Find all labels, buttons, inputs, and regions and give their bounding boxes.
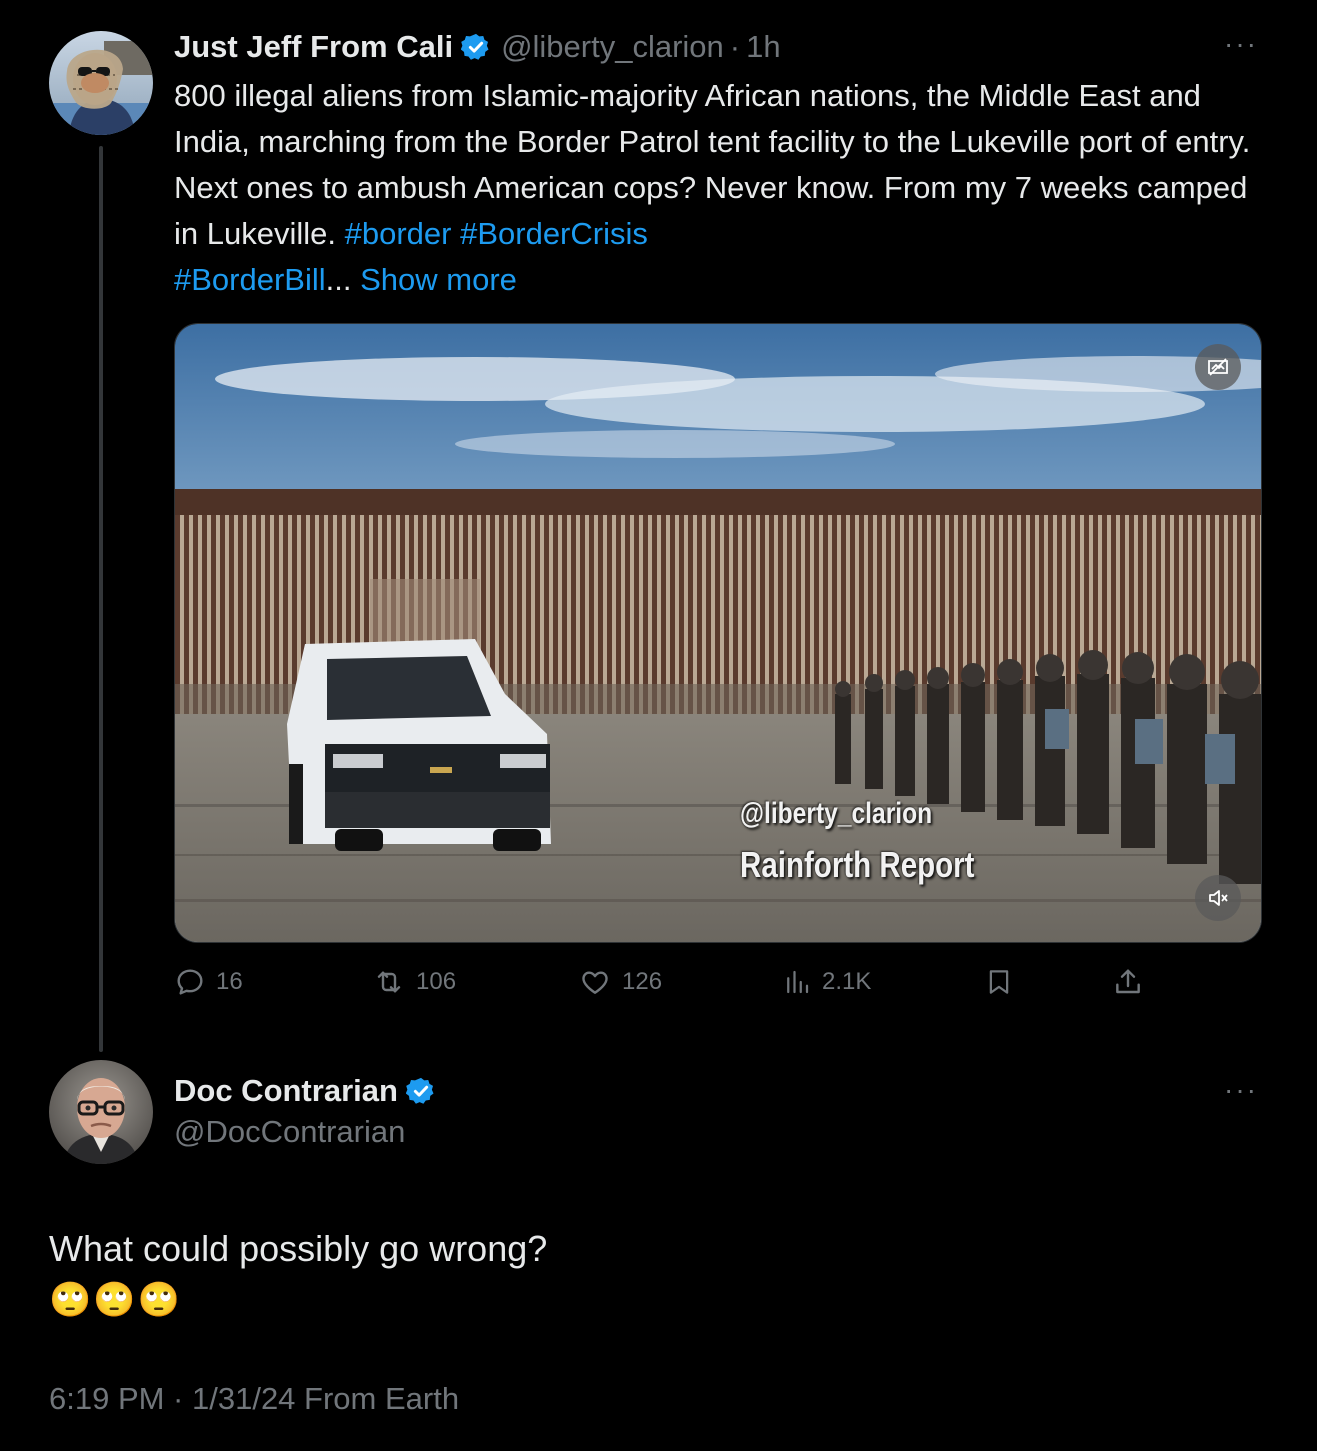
repost-button[interactable]: 106 <box>372 962 456 1002</box>
video-watermark-report: Rainforth Report <box>740 844 975 885</box>
eye-slash-icon <box>1208 358 1228 376</box>
video-watermark-handle: @liberty_clarion <box>740 797 933 830</box>
repost-icon <box>377 971 401 993</box>
mute-toggle-button[interactable] <box>1195 875 1241 921</box>
tweet2-more-button[interactable]: ··· <box>1224 1074 1258 1106</box>
share-icon <box>1116 969 1140 994</box>
reply-count: 16 <box>216 968 243 995</box>
tweet1-ellipsis: ... <box>325 262 352 297</box>
tweet1-separator: · <box>729 29 741 64</box>
tweet1-header: Just Jeff From Cali @liberty_clarion · 1… <box>174 27 781 67</box>
views-button[interactable]: 2.1K <box>782 962 871 1002</box>
tweet2-display-name[interactable]: Doc Contrarian <box>174 1073 398 1109</box>
tweet1-time[interactable]: 1h <box>746 29 780 65</box>
tweet1-body: 800 illegal aliens from Islamic-majority… <box>174 73 1264 303</box>
hashtag-borderbill[interactable]: #BorderBill <box>174 262 326 297</box>
tweet2-text: What could possibly go wrong? <box>49 1228 548 1269</box>
tweet1-video[interactable]: @liberty_clarion Rainforth Report <box>174 323 1262 943</box>
bookmark-button[interactable] <box>984 962 1024 1002</box>
like-button[interactable]: 126 <box>578 962 662 1002</box>
hashtag-bordercrisis[interactable]: #BorderCrisis <box>460 216 648 251</box>
heart-icon <box>582 971 608 994</box>
speaker-muted-icon <box>1209 890 1228 906</box>
views-chart-icon <box>787 970 809 994</box>
sensitive-content-button[interactable] <box>1195 344 1241 390</box>
reply-icon <box>177 969 203 995</box>
show-more-link[interactable]: Show more <box>360 262 517 297</box>
tweet1-handle[interactable]: @liberty_clarion <box>501 29 724 65</box>
bookmark-icon <box>989 970 1009 994</box>
tweet2-header: Doc Contrarian <box>174 1071 436 1111</box>
video-frame-scene <box>175 324 1261 942</box>
views-count: 2.1K <box>822 968 872 995</box>
reply-button[interactable]: 16 <box>174 962 243 1002</box>
hashtag-border[interactable]: #border <box>345 216 452 251</box>
thread-connector-line <box>99 146 103 1052</box>
tweet1-text: 800 illegal aliens from Islamic-majority… <box>174 78 1251 251</box>
tweet2-handle[interactable]: @DocContrarian <box>174 1114 405 1150</box>
share-button[interactable] <box>1112 962 1154 1002</box>
like-count: 126 <box>622 968 663 995</box>
avatar-just-jeff[interactable] <box>49 31 153 135</box>
tweet1-display-name[interactable]: Just Jeff From Cali <box>174 29 453 65</box>
verified-badge-icon <box>461 32 491 62</box>
avatar-doc-contrarian[interactable] <box>49 1060 153 1164</box>
tweet2-timestamp[interactable]: 6:19 PM · 1/31/24 From Earth <box>49 1381 459 1417</box>
repost-count: 106 <box>416 968 457 995</box>
verified-badge-icon <box>405 1076 436 1106</box>
tweet1-more-button[interactable]: ··· <box>1224 28 1258 60</box>
tweet2-emoji: 🙄🙄🙄 <box>49 1281 183 1319</box>
